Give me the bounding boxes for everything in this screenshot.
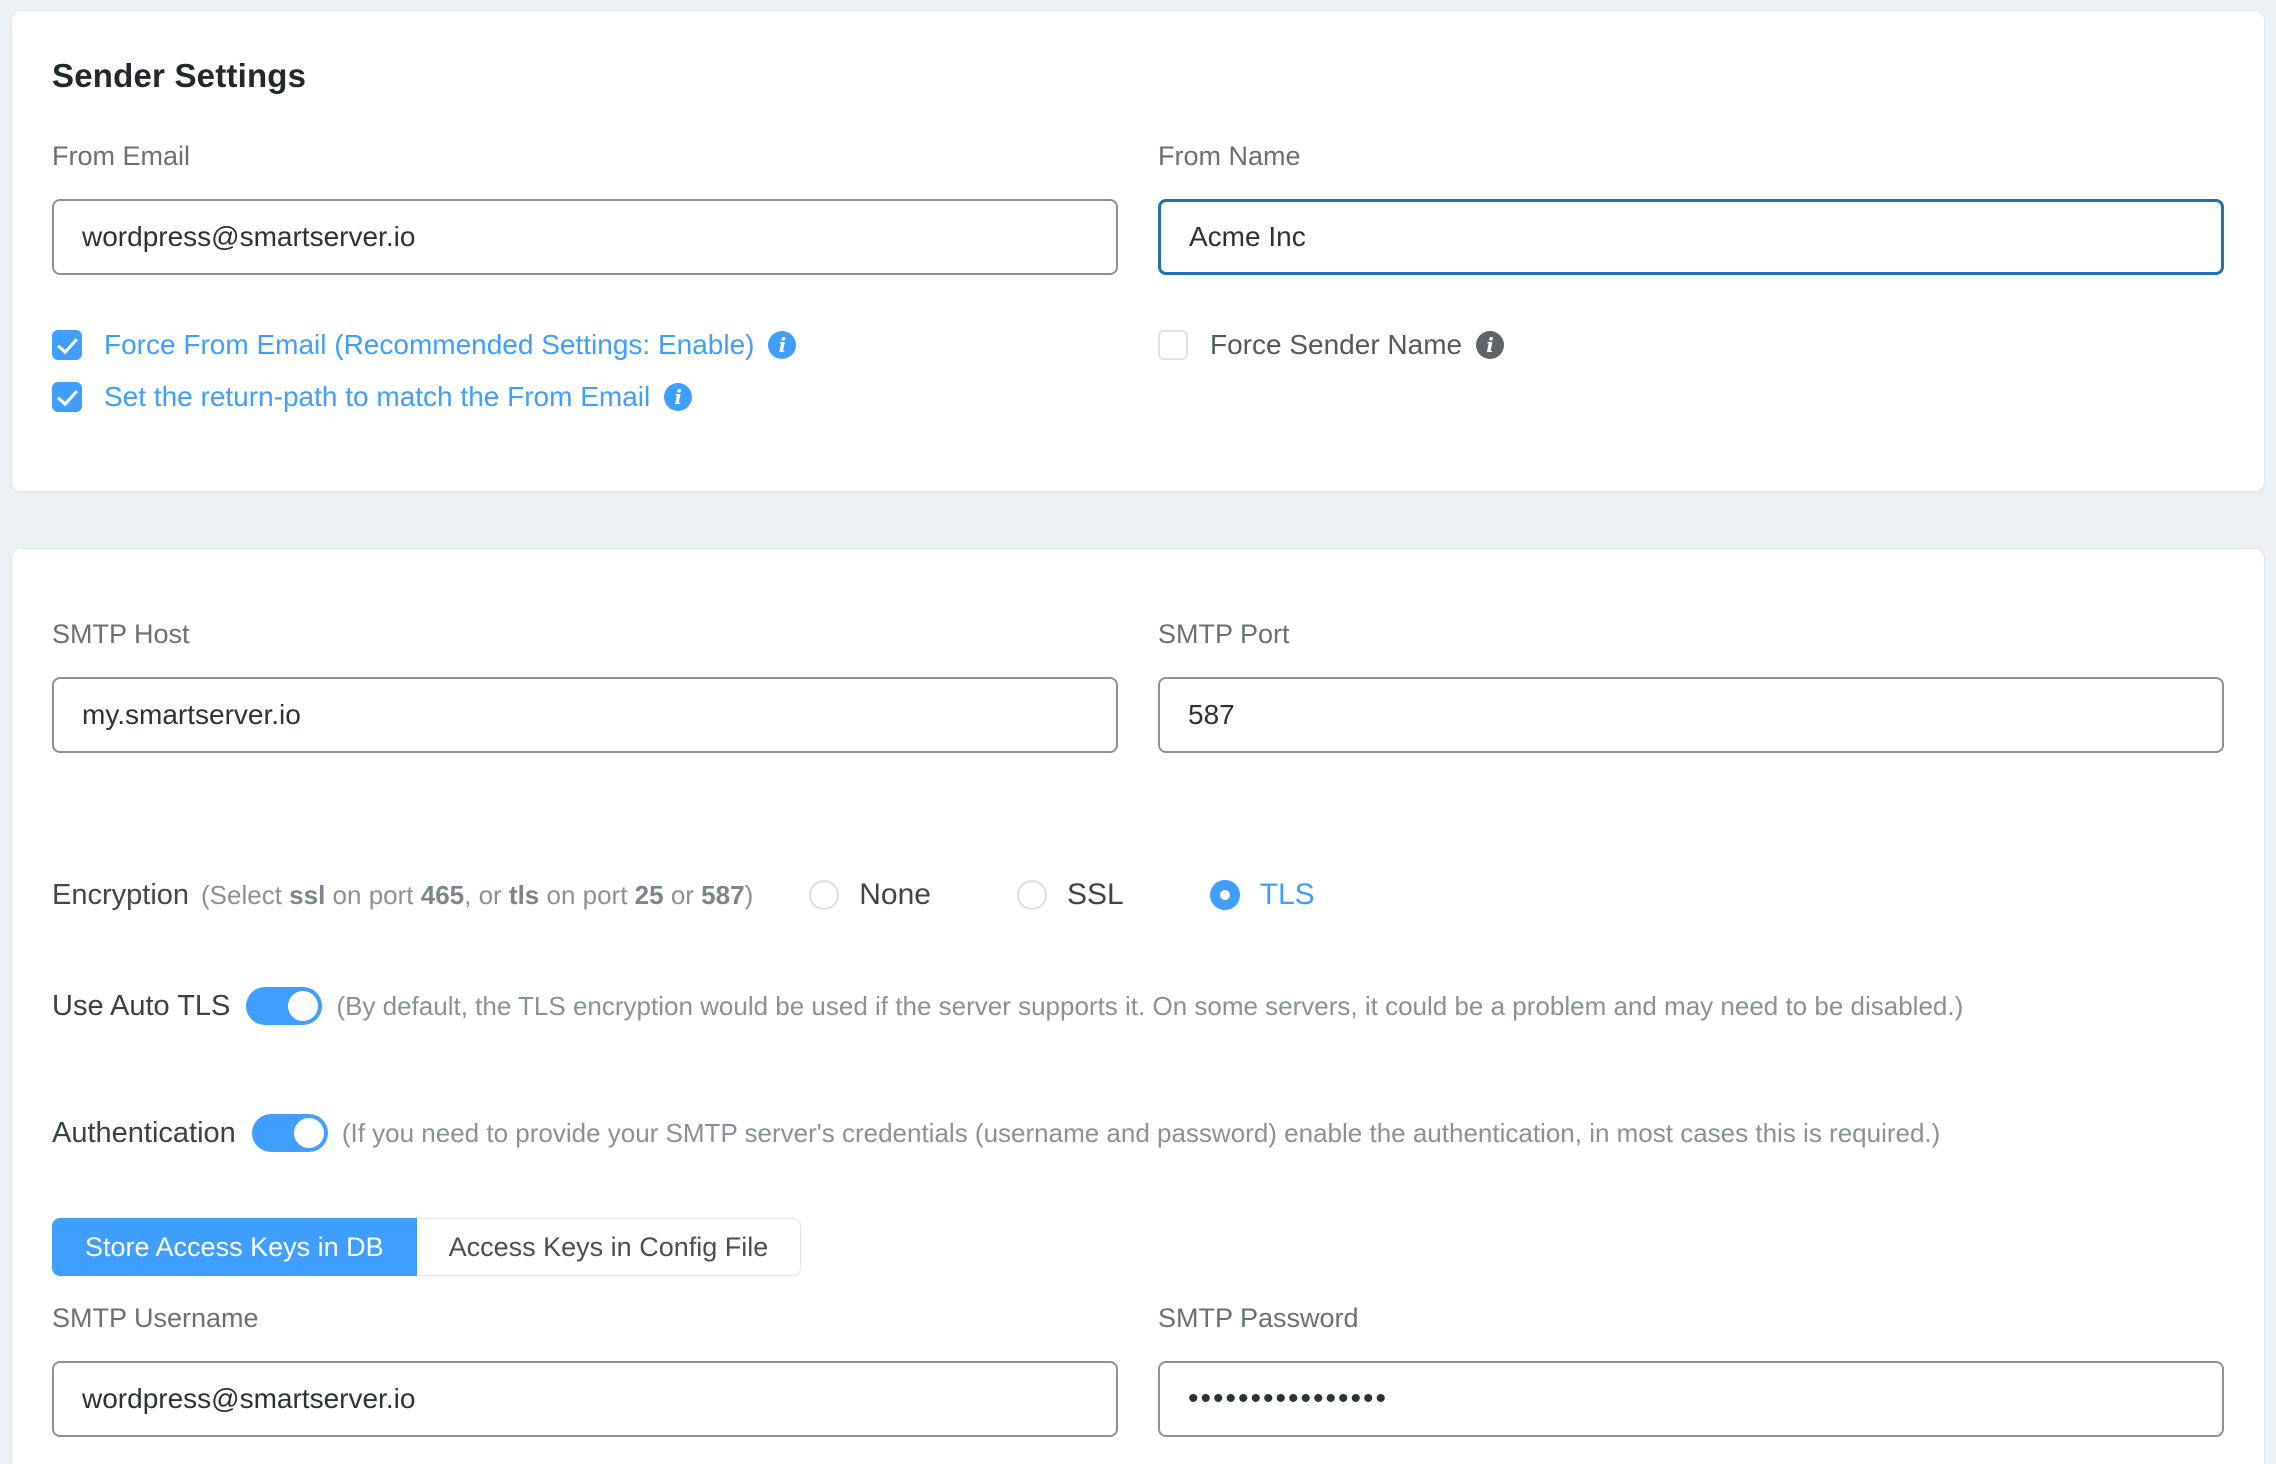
force-from-email-checkbox[interactable] — [52, 330, 82, 360]
smtp-host-field-group: SMTP Host — [52, 619, 1118, 753]
encryption-radio-group: None SSL TLS — [809, 878, 1400, 912]
return-path-row: Set the return-path to match the From Em… — [52, 377, 1118, 417]
smtp-username-label: SMTP Username — [52, 1303, 1118, 1333]
encryption-option-none[interactable]: None — [809, 878, 931, 912]
info-icon[interactable]: i — [768, 331, 796, 359]
smtp-password-field-group: SMTP Password — [1158, 1303, 2224, 1437]
from-email-label: From Email — [52, 141, 1118, 171]
smtp-host-label: SMTP Host — [52, 619, 1118, 649]
from-email-input[interactable] — [52, 199, 1118, 275]
authentication-label: Authentication — [52, 1117, 236, 1150]
encryption-label: Encryption — [52, 879, 189, 912]
auto-tls-label: Use Auto TLS — [52, 990, 230, 1023]
encryption-hint: (Select ssl on port 465, or tls on port … — [201, 880, 753, 911]
from-name-label: From Name — [1158, 141, 2224, 171]
smtp-port-input[interactable] — [1158, 677, 2224, 753]
tab-access-keys-in-config-file[interactable]: Access Keys in Config File — [417, 1218, 802, 1276]
from-name-field-group: From Name — [1158, 141, 2224, 275]
encryption-option-ssl[interactable]: SSL — [1017, 878, 1124, 912]
sender-settings-title: Sender Settings — [52, 57, 2224, 95]
smtp-port-field-group: SMTP Port — [1158, 619, 2224, 753]
radio-selected-icon[interactable] — [1210, 880, 1240, 910]
encryption-option-tls[interactable]: TLS — [1210, 878, 1315, 912]
from-email-field-group: From Email — [52, 141, 1118, 275]
smtp-username-input[interactable] — [52, 1361, 1118, 1437]
auto-tls-description: (By default, the TLS encryption would be… — [336, 991, 1963, 1022]
return-path-checkbox[interactable] — [52, 382, 82, 412]
force-from-email-row: Force From Email (Recommended Settings: … — [52, 325, 1118, 365]
info-icon[interactable]: i — [664, 383, 692, 411]
encryption-none-label: None — [859, 878, 931, 912]
return-path-label[interactable]: Set the return-path to match the From Em… — [104, 381, 650, 413]
encryption-row: Encryption (Select ssl on port 465, or t… — [52, 873, 2224, 917]
auto-tls-toggle[interactable] — [246, 987, 322, 1025]
force-sender-name-label[interactable]: Force Sender Name — [1210, 329, 1462, 361]
smtp-password-input[interactable] — [1158, 1361, 2224, 1437]
radio-icon[interactable] — [1017, 880, 1047, 910]
smtp-port-label: SMTP Port — [1158, 619, 2224, 649]
tab-store-access-keys-in-db[interactable]: Store Access Keys in DB — [52, 1218, 417, 1276]
force-from-email-label[interactable]: Force From Email (Recommended Settings: … — [104, 329, 754, 361]
auto-tls-row: Use Auto TLS (By default, the TLS encryp… — [52, 984, 2224, 1028]
smtp-username-field-group: SMTP Username — [52, 1303, 1118, 1437]
radio-icon[interactable] — [809, 880, 839, 910]
authentication-row: Authentication (If you need to provide y… — [52, 1111, 2224, 1155]
key-storage-tabs: Store Access Keys in DB Access Keys in C… — [52, 1218, 801, 1276]
info-icon[interactable]: i — [1476, 331, 1504, 359]
sender-checkboxes-left: Force From Email (Recommended Settings: … — [52, 325, 1118, 429]
sender-settings-card: Sender Settings From Email From Name For… — [11, 10, 2265, 492]
authentication-toggle[interactable] — [252, 1114, 328, 1152]
smtp-host-input[interactable] — [52, 677, 1118, 753]
toggle-knob — [285, 988, 321, 1024]
encryption-ssl-label: SSL — [1067, 878, 1124, 912]
authentication-description: (If you need to provide your SMTP server… — [342, 1118, 1941, 1149]
sender-checkboxes-right: Force Sender Name i — [1158, 325, 2224, 429]
force-sender-name-row: Force Sender Name i — [1158, 325, 2224, 365]
smtp-settings-card: SMTP Host SMTP Port Encryption (Select s… — [11, 548, 2265, 1464]
from-name-input[interactable] — [1158, 199, 2224, 275]
toggle-knob — [291, 1115, 327, 1151]
smtp-password-label: SMTP Password — [1158, 1303, 2224, 1333]
encryption-tls-label: TLS — [1260, 878, 1315, 912]
force-sender-name-checkbox[interactable] — [1158, 330, 1188, 360]
